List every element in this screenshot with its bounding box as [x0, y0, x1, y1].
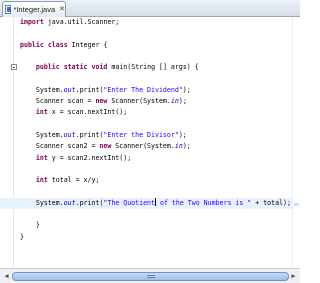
code-text: ); — [182, 85, 191, 94]
grip-icon — [146, 275, 155, 278]
tab-integer-java[interactable]: *Integer.java ✕ — [2, 1, 66, 17]
code-line[interactable]: System.out.print("Enter The Dividend"); — [20, 85, 300, 96]
overview-ruler — [292, 17, 300, 268]
code-text: Scanner scan2 = — [20, 142, 100, 151]
code-line[interactable]: System.out.print("Enter the Divisor"); — [20, 130, 300, 141]
code-line[interactable]: int x = scan.nextInt(); — [20, 107, 300, 118]
scroll-right-icon[interactable]: ▶ — [289, 271, 298, 281]
code-keyword: class — [47, 40, 68, 49]
code-field: out — [63, 130, 76, 139]
code-keyword: int — [35, 153, 48, 162]
code-line[interactable]: public static void main(String [] args) … — [20, 62, 300, 73]
overview-current-line-marker — [294, 203, 299, 206]
editor-ruler — [0, 17, 14, 268]
code-text: .print( — [75, 130, 104, 139]
code-line[interactable] — [20, 164, 300, 175]
code-text: } — [20, 221, 40, 230]
tab-title: *Integer.java — [13, 5, 56, 14]
code-keyword: void — [91, 63, 108, 72]
java-file-icon — [5, 5, 12, 14]
code-line[interactable]: System.out.print("The Quotient of the Tw… — [0, 197, 300, 210]
code-text: System. — [20, 85, 64, 94]
code-text: ); — [178, 130, 187, 139]
code-text: System. — [20, 130, 64, 139]
code-line[interactable] — [20, 186, 300, 197]
code-text: ); — [182, 142, 191, 151]
code-text: x = scan.nextInt(); — [47, 108, 128, 117]
code-string: of the Two Numbers is " — [156, 198, 252, 207]
code-line[interactable]: public class Integer { — [20, 40, 300, 51]
code-text: + total); — [251, 198, 291, 207]
code-editor[interactable]: import java.util.Scanner; public class I… — [0, 17, 300, 268]
fold-toggle-icon[interactable] — [11, 64, 17, 70]
code-line[interactable] — [20, 119, 300, 130]
code-keyword: static — [63, 63, 88, 72]
code-keyword: int — [35, 108, 48, 117]
code-text: .print( — [75, 85, 104, 94]
code-field: in — [174, 142, 183, 151]
code-text: .print( — [75, 198, 104, 207]
editor-tab-bar: *Integer.java ✕ — [0, 0, 300, 17]
code-keyword: int — [35, 176, 48, 185]
code-keyword: import — [20, 18, 44, 26]
code-keyword: new — [99, 142, 112, 151]
code-line[interactable]: Scanner scan = new Scanner(System.in); — [20, 96, 300, 107]
horizontal-scrollbar[interactable]: ◀ ▶ — [0, 268, 300, 283]
code-line[interactable] — [20, 28, 300, 39]
code-text: System. — [20, 198, 64, 207]
scroll-left-icon[interactable]: ◀ — [2, 271, 11, 281]
code-line[interactable] — [20, 73, 300, 84]
code-field: out — [63, 85, 76, 94]
code-text: Scanner(System. — [111, 142, 175, 151]
code-line[interactable] — [20, 51, 300, 62]
code-line[interactable]: } — [20, 220, 300, 231]
code-text: Scanner(System. — [107, 97, 171, 106]
code-text: main(String [] args) { — [107, 63, 199, 72]
code-text: Integer { — [67, 40, 108, 49]
code-text: java.util.Scanner; — [43, 18, 120, 26]
code-text: y = scan2.nextInt(); — [47, 153, 132, 162]
code-string: "Enter the Divisor" — [103, 130, 179, 139]
code-string: "Enter The Dividend" — [103, 85, 183, 94]
scrollbar-thumb[interactable] — [12, 272, 289, 281]
code-line[interactable] — [20, 209, 300, 220]
code-text: Scanner scan = — [20, 97, 96, 106]
code-area[interactable]: import java.util.Scanner; public class I… — [0, 17, 300, 243]
code-line[interactable]: int total = x/y; — [20, 175, 300, 186]
code-text: } — [20, 232, 24, 241]
code-line[interactable]: int y = scan2.nextInt(); — [20, 153, 300, 164]
code-line[interactable]: import java.util.Scanner; — [20, 17, 300, 28]
code-keyword: public — [20, 40, 44, 49]
code-keyword: new — [95, 97, 108, 106]
code-text: ); — [178, 97, 187, 106]
code-field: in — [170, 97, 179, 106]
code-line[interactable]: } — [20, 232, 300, 243]
code-line[interactable]: Scanner scan2 = new Scanner(System.in); — [20, 141, 300, 152]
close-icon[interactable]: ✕ — [59, 6, 65, 13]
code-text: total = x/y; — [47, 176, 100, 185]
code-field: out — [63, 198, 76, 207]
code-keyword: public — [35, 63, 60, 72]
code-string: "The Quotient — [103, 198, 155, 207]
